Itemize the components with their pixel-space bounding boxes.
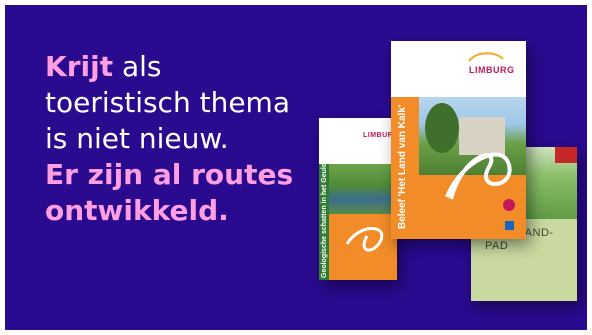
heart-swirl-icon <box>345 227 384 252</box>
brochure-photo-river <box>329 164 397 214</box>
headline-line-5: ontwikkeld. <box>45 194 229 227</box>
headline-line-4: Er zijn al routes <box>45 158 294 191</box>
signpost-icon <box>505 221 514 230</box>
brochure-geologische-schatten: LIMBURG Geologische schatten in het Geul… <box>319 118 399 280</box>
badge-icon <box>503 199 515 211</box>
brochure-land-van-kalk: LIMBURG Beleef 'Het Land van Kalk' <box>391 41 526 239</box>
headline-line-1: Krijt als <box>45 49 345 85</box>
headline-line-2: toeristisch thema <box>45 86 290 119</box>
headline-emphasis: Krijt <box>45 50 114 83</box>
brochure-middle-spine-title: Beleef 'Het Land van Kalk' <box>397 104 408 229</box>
brochure-left-spine-title: Geologische schatten in het Geuldal <box>321 157 328 278</box>
headline-line-3: is niet nieuw. <box>45 122 229 155</box>
headline-line-1-rest: als <box>113 50 162 83</box>
slide: Krijt als toeristisch thema is niet nieu… <box>5 5 587 330</box>
headline-text: Krijt als toeristisch thema is niet nieu… <box>45 49 345 229</box>
